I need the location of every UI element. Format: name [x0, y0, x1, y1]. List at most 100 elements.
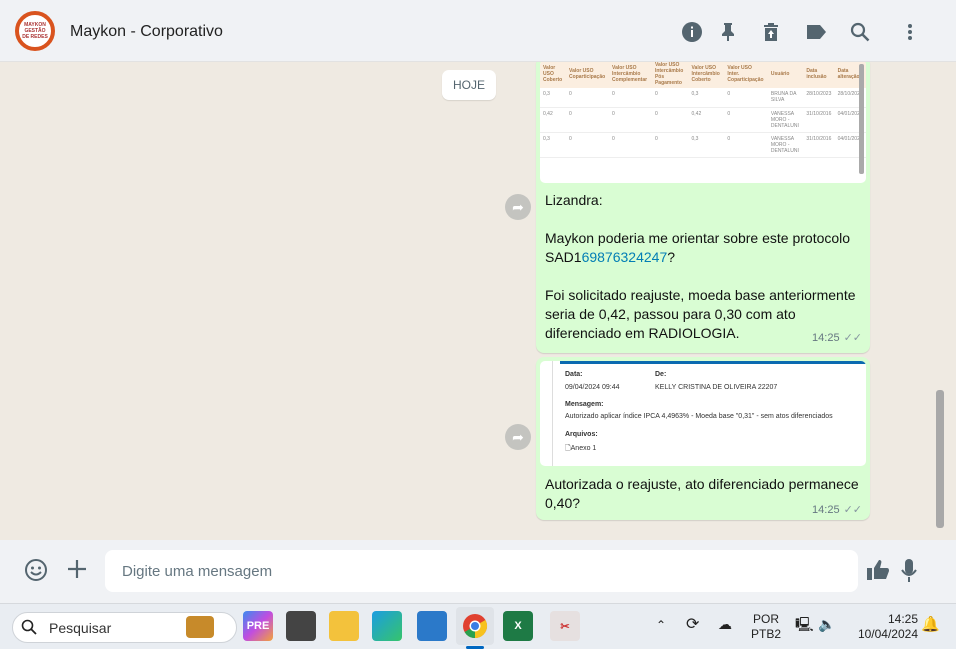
info-icon[interactable]: [681, 21, 703, 43]
excel-icon[interactable]: X: [503, 611, 533, 641]
delete-icon[interactable]: [760, 21, 782, 43]
edge-icon[interactable]: [372, 611, 402, 641]
forward-icon[interactable]: ➦: [505, 424, 531, 450]
chat-title[interactable]: Maykon - Corporativo: [70, 23, 223, 41]
read-ticks-icon: ✓✓: [843, 332, 862, 344]
search-label: Pesquisar: [49, 620, 112, 636]
table-cell: 31/10/2016: [803, 107, 835, 133]
table-cell: 0,3: [688, 132, 725, 158]
language-indicator[interactable]: POR PTB2: [750, 612, 782, 642]
cloud-off-icon[interactable]: ☁: [718, 617, 732, 632]
card-border: [552, 361, 553, 466]
search-icon: [21, 619, 37, 640]
table-cell: 0,3: [540, 88, 567, 108]
table-cell: 0: [566, 132, 610, 158]
table-cell: VANESSA MORO - DENTALUNI: [767, 107, 804, 133]
microphone-icon[interactable]: [900, 558, 918, 590]
composer: Digite uma mensagem: [0, 540, 956, 603]
message-list: HOJE ➦ Valor USO Coberto Valor USO Copart…: [0, 62, 948, 540]
table-cell: 0: [724, 88, 768, 108]
card-message-value: Autorizado aplicar índice IPCA 4,4963% -…: [565, 413, 833, 420]
chrome-icon[interactable]: [456, 607, 494, 645]
table-header-cell: Valor USO Intercâmbio Coberto: [688, 62, 725, 88]
chat-scrollbar[interactable]: [936, 390, 944, 528]
message-input[interactable]: Digite uma mensagem: [105, 550, 858, 592]
table-cell: 28/10/2023: [803, 88, 835, 108]
table-cell: 0: [609, 107, 652, 133]
chevron-up-icon[interactable]: ⌃: [656, 618, 666, 633]
table-header-cell: Valor USO Coberto: [540, 62, 567, 88]
card-file-name: Anexo 1: [570, 445, 597, 452]
table-cell: 31/10/2016: [803, 132, 835, 158]
protocol-link[interactable]: 69876324247: [582, 249, 668, 265]
card-files-label: Arquivos:: [565, 431, 598, 438]
file-explorer-icon[interactable]: [329, 611, 359, 641]
table-row: 0,3 0 0 0 0,3 0 BRUNA DA SILVA 28/10/2023 28/10/…: [540, 88, 866, 108]
card-from-value: KELLY CRISTINA DE OLIVEIRA 22207: [655, 384, 778, 391]
image-scrollbar: [859, 64, 864, 174]
snipping-tool-icon[interactable]: ✂: [550, 611, 580, 641]
message-card-image[interactable]: Data: De: 09/04/2024 09:44 KELLY CRISTIN…: [540, 361, 866, 466]
table-cell: VANESSA MORO - DENTALUNI: [767, 132, 804, 158]
table-cell: 0: [651, 107, 689, 133]
briefcase-icon[interactable]: [186, 616, 214, 638]
table-cell: 0: [724, 132, 768, 158]
table-image[interactable]: Valor USO Coberto Valor USO Coparticipaçã…: [540, 62, 866, 183]
table-cell: 0: [724, 107, 768, 133]
card-from-label: De:: [655, 371, 667, 378]
message-time: 14:25 ✓✓: [812, 331, 862, 344]
chat-header: Maykon Gestão de Redes Maykon - Corporat…: [0, 0, 956, 62]
table-cell: 0: [609, 88, 652, 108]
message-time: 14:25 ✓✓: [812, 503, 862, 516]
avatar[interactable]: Maykon Gestão de Redes: [15, 11, 55, 51]
time: 14:25: [887, 612, 918, 626]
table-header-cell: Valor USO Inter. Coparticipação: [724, 62, 768, 88]
table-cell: 0: [651, 88, 689, 108]
label-icon[interactable]: [805, 21, 827, 43]
network-icon[interactable]: 🖳: [795, 617, 814, 632]
card-top-bar: [560, 361, 866, 364]
table-row: 0,3 0 0 0 0,3 0 VANESSA MORO - DENTALUNI 31/10/…: [540, 132, 866, 158]
sync-icon[interactable]: ⟳: [686, 617, 699, 633]
avatar-logo-text: Maykon Gestão de Redes: [22, 22, 48, 40]
message-text: Lizandra: Maykon poderia me orientar sob…: [545, 191, 865, 343]
notification-bell-icon[interactable]: 🔔: [921, 617, 940, 632]
table-header-cell: Valor USO Coparticipação: [566, 62, 610, 88]
notepad-icon[interactable]: [417, 611, 447, 641]
card-date-label: Data:: [565, 371, 583, 378]
language: POR: [752, 612, 779, 626]
table-cell: 0,42: [540, 107, 567, 133]
table-header-cell: Valor USO Intercâmbio Pós Pagamento: [651, 62, 689, 88]
table-cell: 0: [566, 88, 610, 108]
emoji-icon[interactable]: [24, 558, 48, 588]
task-view-icon[interactable]: [286, 611, 316, 641]
table-cell: 0: [609, 132, 652, 158]
table-header-cell: Usuário: [767, 62, 804, 88]
message-bubble: Valor USO Coberto Valor USO Coparticipaçã…: [536, 62, 870, 353]
table-header-cell: Valor USO Intercâmbio Complementar: [609, 62, 652, 88]
clock[interactable]: 14:25 10/04/2024: [848, 612, 918, 642]
forward-icon[interactable]: ➦: [505, 194, 531, 220]
card-date-value: 09/04/2024 09:44: [565, 384, 620, 391]
pin-icon[interactable]: [717, 21, 739, 43]
table-body: 0,3 0 0 0 0,3 0 BRUNA DA SILVA 28/10/2023 28/10/…: [540, 88, 866, 158]
read-ticks-icon: ✓✓: [843, 504, 862, 516]
attach-plus-icon[interactable]: [66, 558, 88, 586]
copilot-icon[interactable]: PRE: [243, 611, 273, 641]
volume-icon[interactable]: 🔈: [818, 617, 835, 632]
thumbs-up-icon[interactable]: [866, 559, 890, 587]
table-header-row: Valor USO Coberto Valor USO Coparticipaçã…: [540, 62, 866, 88]
date-separator: HOJE: [442, 70, 496, 100]
keyboard-layout: PTB2: [750, 627, 781, 641]
table-cell: 0,3: [688, 88, 725, 108]
time-text: 14:25: [812, 332, 840, 344]
table-cell: 0: [566, 107, 610, 133]
menu-icon[interactable]: [899, 21, 921, 43]
table-cell: 0: [651, 132, 689, 158]
table-cell: BRUNA DA SILVA: [767, 88, 804, 108]
search-icon[interactable]: [849, 21, 871, 43]
table-cell: 0,42: [688, 107, 725, 133]
image-table: Valor USO Coberto Valor USO Coparticipaçã…: [540, 62, 866, 158]
card-file[interactable]: 🗋Anexo 1: [565, 444, 596, 455]
date: 10/04/2024: [857, 627, 918, 641]
